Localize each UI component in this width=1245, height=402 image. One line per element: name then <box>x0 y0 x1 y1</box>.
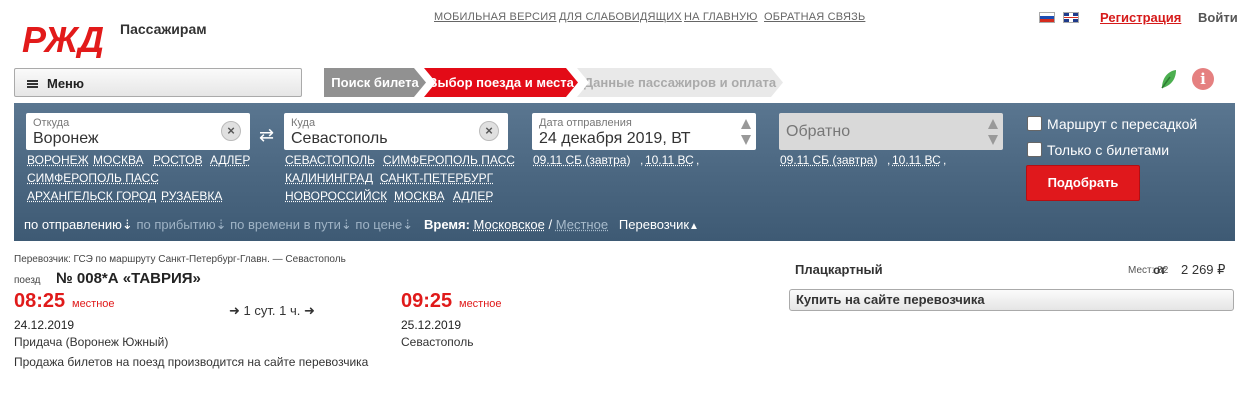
from-suggestion[interactable]: РУЗАЕВКА <box>161 189 222 203</box>
departure-date-field[interactable]: Дата отправления 24 декабря 2019, ВТ <box>532 113 756 150</box>
time-label: Время: <box>424 217 470 232</box>
menu-button[interactable]: Меню <box>14 68 302 97</box>
buy-on-carrier-site-button[interactable]: Купить на сайте перевозчика <box>789 289 1234 311</box>
sort-icon: ⇣ <box>340 217 352 232</box>
english-flag-icon[interactable] <box>1063 12 1079 23</box>
sort-icon: ⇣ <box>121 217 133 232</box>
from-value[interactable]: Воронеж <box>33 130 99 148</box>
sort-icon: ⇣ <box>215 217 227 232</box>
arrival-date: 25.12.2019 <box>401 318 462 332</box>
return-spinner-icon[interactable] <box>988 118 998 146</box>
only-tickets-label[interactable]: Только с билетами <box>1047 142 1169 158</box>
date-label: Дата отправления <box>539 117 632 129</box>
arrival-station: Севастополь <box>401 335 474 349</box>
arrow-right-icon: ➜ <box>229 303 240 318</box>
transfer-checkbox[interactable] <box>1027 116 1042 131</box>
register-link[interactable]: Регистрация <box>1100 10 1181 25</box>
mobile-version-link[interactable]: МОБИЛЬНАЯ ВЕРСИЯ <box>434 11 556 23</box>
train-number[interactable]: № 008*А «ТАВРИЯ» <box>56 270 201 287</box>
to-suggestion[interactable]: НОВОРОССИЙСК <box>285 189 387 203</box>
to-suggestion[interactable]: МОСКВА <box>394 189 445 203</box>
feedback-link[interactable]: ОБРАТНАЯ СВЯЗЬ <box>764 11 865 23</box>
return-hint[interactable]: 09.11 СБ (завтра) <box>780 153 877 167</box>
to-suggestion[interactable]: СИМФЕРОПОЛЬ ПАСС <box>383 153 515 167</box>
time-local[interactable]: Местное <box>556 217 608 232</box>
step-passenger-data: Данные пассажиров и оплата <box>577 68 783 97</box>
time-moscow[interactable]: Московское <box>474 217 545 232</box>
carrier-filter[interactable]: Перевозчик▲ <box>619 217 699 232</box>
to-suggestion[interactable]: АДЛЕР <box>453 189 493 203</box>
logo-text: Пассажирам <box>120 21 207 37</box>
step-search[interactable]: Поиск билета <box>324 68 426 97</box>
from-field[interactable]: Откуда Воронеж × <box>26 113 250 150</box>
price-from-word: от <box>1153 263 1166 277</box>
triangle-up-icon: ▲ <box>689 221 699 232</box>
login-link[interactable]: Войти <box>1198 10 1238 25</box>
to-field[interactable]: Куда Севастополь × <box>284 113 508 150</box>
arrival-time: 09:25 <box>401 290 453 312</box>
date-hint[interactable]: 09.11 СБ (завтра) <box>533 153 630 167</box>
to-suggestion[interactable]: САНКТ-ПЕТЕРБУРГ <box>380 171 493 185</box>
step-train-selection: Выбор поезда и места <box>424 68 578 97</box>
info-icon[interactable]: i <box>1192 68 1214 90</box>
sort-by-arrival[interactable]: по прибытию <box>136 217 215 232</box>
carrier-route-line: Перевозчик: ГСЭ по маршруту Санкт-Петерб… <box>14 254 346 265</box>
return-placeholder: Обратно <box>786 123 851 140</box>
date-spinner-icon[interactable] <box>741 118 751 146</box>
to-clear-icon[interactable]: × <box>479 121 499 141</box>
from-suggestion[interactable]: МОСКВА <box>93 153 144 167</box>
sort-icon: ⇣ <box>402 217 414 232</box>
to-label: Куда <box>291 117 316 129</box>
departure-station: Придача (Воронеж Южный) <box>14 335 169 349</box>
sort-by-duration[interactable]: по времени в пути <box>230 217 341 232</box>
from-suggestion[interactable]: ВОРОНЕЖ <box>27 153 89 167</box>
arrow-right-icon: ➜ <box>303 303 315 318</box>
departure-date: 24.12.2019 <box>14 318 75 332</box>
duration-value: 1 сут. 1 ч. <box>243 303 301 318</box>
departure-time: 08:25 <box>14 290 66 312</box>
russian-flag-icon[interactable] <box>1039 12 1055 23</box>
price: 2 269 ₽ <box>1181 262 1226 277</box>
from-label: Откуда <box>33 117 70 129</box>
transfer-label[interactable]: Маршрут с пересадкой <box>1047 116 1197 132</box>
leaf-icon[interactable] <box>1158 68 1178 90</box>
date-value[interactable]: 24 декабря 2019, ВТ <box>539 130 691 148</box>
to-value[interactable]: Севастополь <box>291 130 388 148</box>
carrier-label: Перевозчик <box>618 217 690 232</box>
to-suggestion[interactable]: СЕВАСТОПОЛЬ <box>285 153 375 167</box>
trip-duration: ➜ 1 сут. 1 ч. ➜ <box>229 303 315 319</box>
arrival-time-note: местное <box>459 298 502 310</box>
logo-brand: РЖД <box>22 20 104 58</box>
date-hint[interactable]: 10.11 ВС <box>645 153 694 167</box>
rzd-logo[interactable]: РЖД <box>22 20 114 58</box>
return-hint[interactable]: 10.11 ВС <box>892 153 941 167</box>
time-separator: / <box>548 217 553 232</box>
hamburger-icon <box>27 80 38 88</box>
train-prefix: поезд <box>14 275 41 286</box>
home-link[interactable]: НА ГЛАВНУЮ <box>684 11 758 23</box>
from-suggestion[interactable]: АДЛЕР <box>210 153 250 167</box>
only-tickets-checkbox[interactable] <box>1027 142 1042 157</box>
from-suggestion[interactable]: РОСТОВ <box>153 153 202 167</box>
from-suggestion[interactable]: СИМФЕРОПОЛЬ ПАСС <box>27 171 159 185</box>
to-suggestion[interactable]: КАЛИНИНГРАД <box>285 171 373 185</box>
accessibility-link[interactable]: ДЛЯ СЛАБОВИДЯЩИХ <box>559 11 682 23</box>
sort-bar: по отправлению⇣ по прибытию⇣ по времени … <box>24 217 699 233</box>
car-class: Плацкартный <box>795 262 883 277</box>
sort-by-departure[interactable]: по отправлению <box>24 217 122 232</box>
departure-time-note: местное <box>72 298 115 310</box>
from-clear-icon[interactable]: × <box>221 121 241 141</box>
swap-stations-icon[interactable]: ⇄ <box>259 125 274 146</box>
find-button[interactable]: Подобрать <box>1026 165 1140 201</box>
from-suggestion[interactable]: АРХАНГЕЛЬСК ГОРОД <box>27 189 156 203</box>
return-date-field[interactable]: Обратно <box>779 113 1003 150</box>
sort-by-price[interactable]: по цене <box>355 217 402 232</box>
menu-label: Меню <box>47 76 85 91</box>
sale-note: Продажа билетов на поезд производится на… <box>14 355 369 369</box>
